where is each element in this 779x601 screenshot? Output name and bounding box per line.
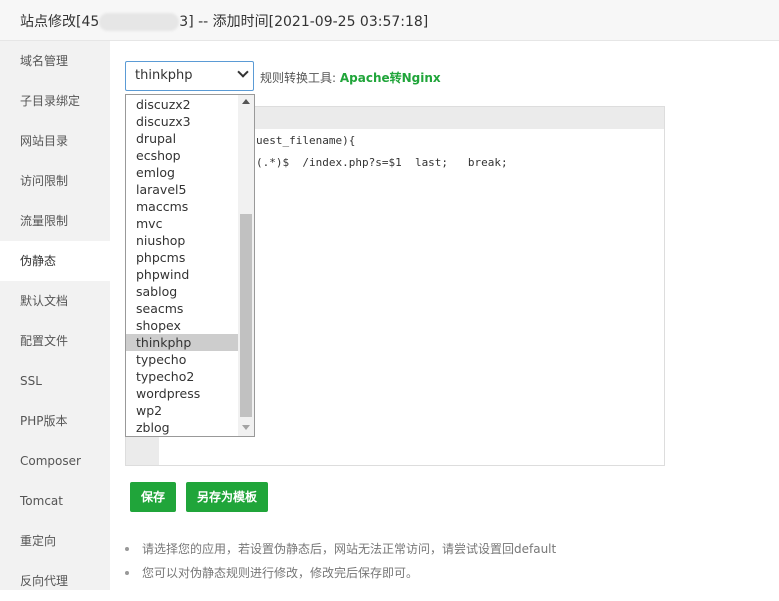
sidebar-item-php-version[interactable]: PHP版本 <box>0 401 110 441</box>
dropdown-option[interactable]: drupal <box>126 130 238 147</box>
scroll-up-arrow-icon[interactable] <box>242 99 250 104</box>
dropdown-option[interactable]: wordpress <box>126 385 238 402</box>
sidebar-item-traffic-limit[interactable]: 流量限制 <box>0 201 110 241</box>
tool-label: 规则转换工具: <box>260 71 340 85</box>
title-prefix: 站点修改[45 <box>20 14 100 30</box>
dropdown-option[interactable]: zblog <box>126 419 238 436</box>
redacted-site-id <box>99 13 180 31</box>
dialog-title: 站点修改[45 3] -- 添加时间[2021-09-25 03:57:18] <box>20 11 428 31</box>
sidebar-item-reverse-proxy[interactable]: 反向代理 <box>0 561 110 601</box>
dropdown-option[interactable]: laravel5 <box>126 181 238 198</box>
dropdown-option[interactable]: phpwind <box>126 266 238 283</box>
save-as-template-button[interactable]: 另存为模板 <box>186 482 268 512</box>
tip-item: 请选择您的应用，若设置伪静态后，网站无法正常访问，请尝试设置回default <box>125 541 556 565</box>
title-suffix: 3] -- 添加时间[2021-09-25 03:57:18] <box>179 14 429 30</box>
rewrite-template-select[interactable]: thinkphp <box>125 61 254 91</box>
scrollbar-thumb[interactable] <box>240 214 252 417</box>
dropdown-options: discuzx2 discuzx3 drupal ecshop emlog la… <box>126 96 238 436</box>
template-dropdown-list[interactable]: discuzx2 discuzx3 drupal ecshop emlog la… <box>125 94 255 437</box>
dropdown-option[interactable]: typecho <box>126 351 238 368</box>
dropdown-option[interactable]: seacms <box>126 300 238 317</box>
scroll-down-arrow-icon[interactable] <box>242 425 250 430</box>
code-line-1: uest_filename){ <box>256 134 356 147</box>
dropdown-scrollbar[interactable] <box>238 95 254 436</box>
dropdown-option[interactable]: niushop <box>126 232 238 249</box>
sidebar-item-config-file[interactable]: 配置文件 <box>0 321 110 361</box>
sidebar-item-domain[interactable]: 域名管理 <box>0 41 110 81</box>
dropdown-option[interactable]: discuzx3 <box>126 113 238 130</box>
sidebar-item-ssl[interactable]: SSL <box>0 361 110 401</box>
dropdown-option[interactable]: ecshop <box>126 147 238 164</box>
sidebar-item-redirect[interactable]: 重定向 <box>0 521 110 561</box>
dialog-titlebar: 站点修改[45 3] -- 添加时间[2021-09-25 03:57:18] <box>0 0 779 41</box>
sidebar-item-subdir-binding[interactable]: 子目录绑定 <box>0 81 110 121</box>
dropdown-option[interactable]: discuzx2 <box>126 96 238 113</box>
dropdown-option[interactable]: phpcms <box>126 249 238 266</box>
tip-item: 您可以对伪静态规则进行修改，修改完后保存即可。 <box>125 565 556 589</box>
save-button[interactable]: 保存 <box>130 482 176 512</box>
sidebar-item-site-dir[interactable]: 网站目录 <box>0 121 110 161</box>
dropdown-option[interactable]: emlog <box>126 164 238 181</box>
dropdown-option-selected[interactable]: thinkphp <box>126 334 238 351</box>
dropdown-option[interactable]: wp2 <box>126 402 238 419</box>
sidebar-item-access-limit[interactable]: 访问限制 <box>0 161 110 201</box>
rule-convert-tool: 规则转换工具: Apache转Nginx <box>260 69 441 86</box>
dropdown-option[interactable]: mvc <box>126 215 238 232</box>
sidebar: 域名管理 子目录绑定 网站目录 访问限制 流量限制 伪静态 默认文档 配置文件 … <box>0 41 110 590</box>
chevron-down-icon <box>237 66 249 78</box>
tips-list: 请选择您的应用，若设置伪静态后，网站无法正常访问，请尝试设置回default 您… <box>125 541 556 589</box>
dropdown-option[interactable]: maccms <box>126 198 238 215</box>
dropdown-option[interactable]: sablog <box>126 283 238 300</box>
select-value: thinkphp <box>135 68 193 83</box>
apache-to-nginx-link[interactable]: Apache转Nginx <box>340 71 441 85</box>
sidebar-item-composer[interactable]: Composer <box>0 441 110 481</box>
dropdown-option[interactable]: shopex <box>126 317 238 334</box>
sidebar-item-default-doc[interactable]: 默认文档 <box>0 281 110 321</box>
dropdown-option[interactable]: typecho2 <box>126 368 238 385</box>
code-line-2: (.*)$ /index.php?s=$1 last; break; <box>256 156 508 169</box>
sidebar-item-tomcat[interactable]: Tomcat <box>0 481 110 521</box>
sidebar-item-rewrite[interactable]: 伪静态 <box>0 241 110 281</box>
main-panel: thinkphp 规则转换工具: Apache转Nginx uest_filen… <box>110 41 779 590</box>
